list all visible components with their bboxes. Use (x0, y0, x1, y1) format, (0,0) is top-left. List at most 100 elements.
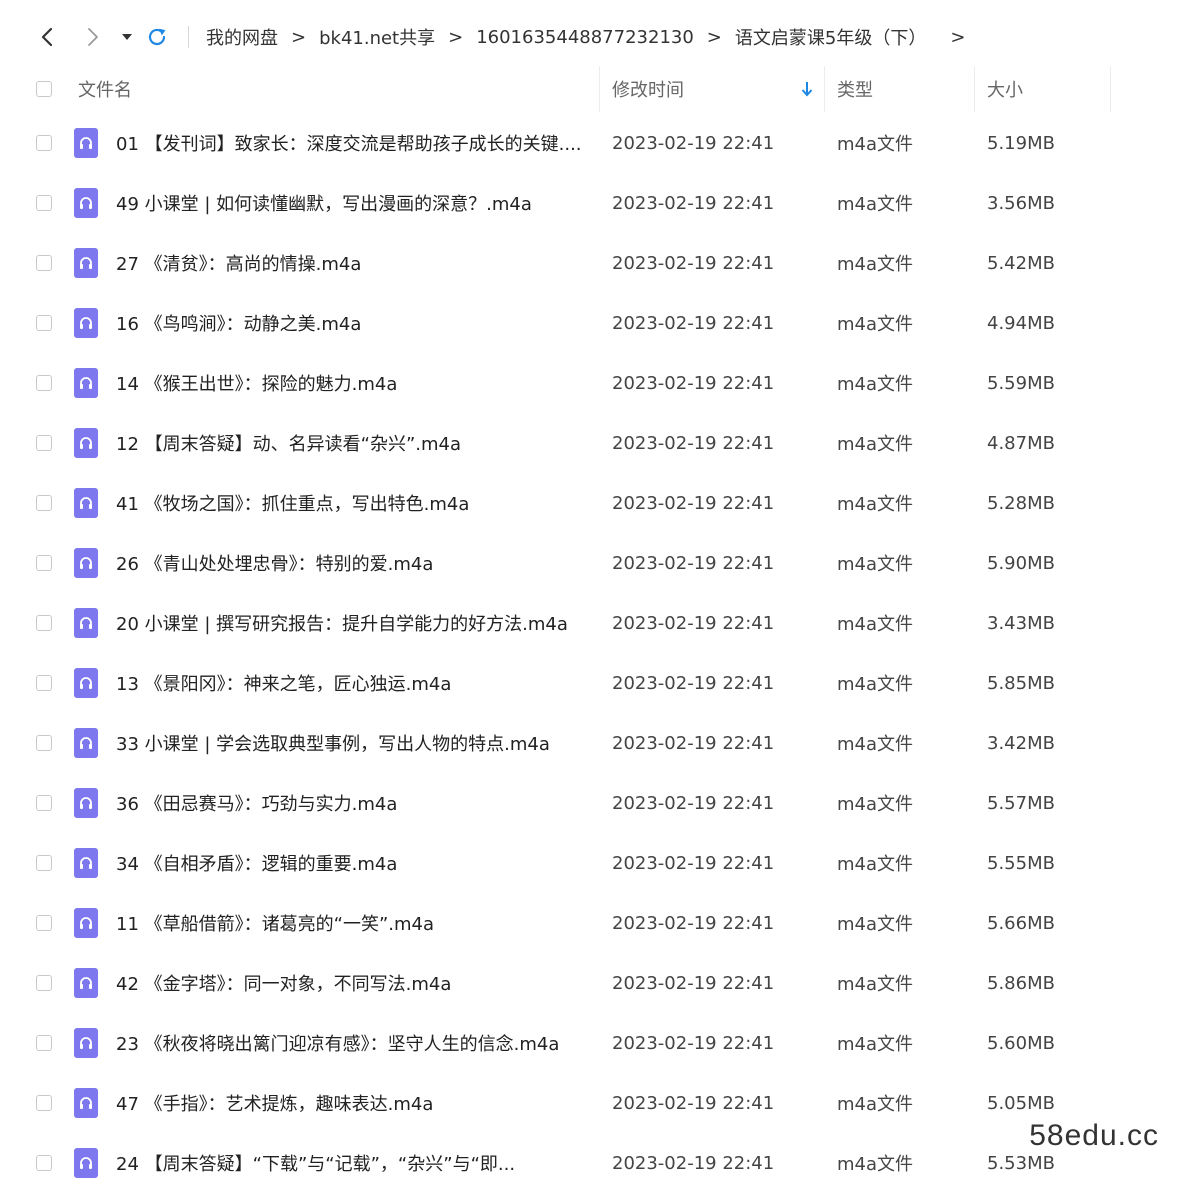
column-header-name[interactable]: 文件名 (78, 66, 132, 112)
file-row[interactable]: 11 《草船借箭》：诸葛亮的“一笑”.m4a 2023-02-19 22:41 m4… (0, 893, 1187, 953)
row-checkbox[interactable] (36, 675, 52, 691)
file-name[interactable]: 27 《清贫》：高尚的情操.m4a (116, 233, 586, 293)
row-checkbox[interactable] (36, 1155, 52, 1171)
row-checkbox[interactable] (36, 495, 52, 511)
row-checkbox[interactable] (36, 735, 52, 751)
row-checkbox[interactable] (36, 975, 52, 991)
row-checkbox[interactable] (36, 1035, 52, 1051)
file-modified-time: 2023-02-19 22:41 (612, 792, 775, 814)
file-row[interactable]: 42 《金字塔》：同一对象，不同写法.m4a 2023-02-19 22:41 m4… (0, 953, 1187, 1013)
breadcrumb-item-share[interactable]: bk41.net共享 (319, 24, 435, 50)
file-name[interactable]: 24 【周末答疑】“下载”与“记载”，“杂兴”与“即... (116, 1133, 586, 1193)
file-row[interactable]: 26 《青山处处埋忠骨》：特别的爱.m4a 2023-02-19 22:41 m4a… (0, 533, 1187, 593)
chevron-right-icon (88, 28, 98, 46)
audio-file-icon (74, 728, 98, 758)
row-checkbox[interactable] (36, 795, 52, 811)
file-row[interactable]: 16 《鸟鸣涧》：动静之美.m4a 2023-02-19 22:41 m4a文件 4.… (0, 293, 1187, 353)
toolbar: 我的网盘 > bk41.net共享 > 1601635448877232130 … (0, 0, 1187, 74)
select-all-checkbox[interactable] (36, 81, 52, 97)
audio-file-icon (74, 368, 98, 398)
column-divider[interactable] (599, 66, 600, 112)
column-divider[interactable] (974, 66, 975, 112)
file-name[interactable]: 20 小课堂 | 撰写研究报告：提升自学能力的好方法.m4a (116, 593, 586, 653)
row-checkbox[interactable] (36, 195, 52, 211)
column-header-size[interactable]: 大小 (987, 66, 1023, 112)
row-checkbox[interactable] (36, 1095, 52, 1111)
row-checkbox[interactable] (36, 855, 52, 871)
row-checkbox[interactable] (36, 255, 52, 271)
file-name[interactable]: 13 《景阳冈》：神来之笔，匠心独运.m4a (116, 653, 586, 713)
file-type: m4a文件 (837, 1154, 914, 1175)
breadcrumb-item-root[interactable]: 我的网盘 (206, 24, 278, 50)
row-checkbox[interactable] (36, 615, 52, 631)
file-row[interactable]: 14 《猴王出世》：探险的魅力.m4a 2023-02-19 22:41 m4a文件… (0, 353, 1187, 413)
file-row[interactable]: 13 《景阳冈》：神来之笔，匠心独运.m4a 2023-02-19 22:41 m4… (0, 653, 1187, 713)
file-size: 5.19MB (987, 132, 1055, 154)
column-header-type[interactable]: 类型 (837, 66, 873, 112)
file-name[interactable]: 36 《田忌赛马》：巧劲与实力.m4a (116, 773, 586, 833)
file-name[interactable]: 47 《手指》：艺术提炼，趣味表达.m4a (116, 1073, 586, 1133)
file-name[interactable]: 11 《草船借箭》：诸葛亮的“一笑”.m4a (116, 893, 586, 953)
file-name[interactable]: 01 【发刊词】致家长：深度交流是帮助孩子成长的关键.... (116, 113, 586, 173)
audio-file-icon (74, 428, 98, 458)
breadcrumb-item-folder[interactable]: 1601635448877232130 (476, 27, 694, 48)
column-divider[interactable] (1110, 66, 1111, 112)
file-name[interactable]: 41 《牧场之国》：抓住重点，写出特色.m4a (116, 473, 586, 533)
audio-file-icon (74, 848, 98, 878)
file-size: 5.66MB (987, 912, 1055, 934)
file-type: m4a文件 (837, 554, 914, 575)
history-dropdown-button[interactable] (112, 22, 142, 52)
file-modified-time: 2023-02-19 22:41 (612, 732, 775, 754)
file-row[interactable]: 47 《手指》：艺术提炼，趣味表达.m4a 2023-02-19 22:41 m4a… (0, 1073, 1187, 1133)
sort-button[interactable] (801, 66, 813, 112)
file-row[interactable]: 27 《清贫》：高尚的情操.m4a 2023-02-19 22:41 m4a文件 5.… (0, 233, 1187, 293)
file-row[interactable]: 24 【周末答疑】“下载”与“记载”，“杂兴”与“即... 2023-02-19 … (0, 1133, 1187, 1193)
breadcrumb-more-button[interactable]: > (950, 27, 965, 48)
file-name[interactable]: 14 《猴王出世》：探险的魅力.m4a (116, 353, 586, 413)
file-row[interactable]: 01 【发刊词】致家长：深度交流是帮助孩子成长的关键.... 2023-02-19… (0, 113, 1187, 173)
row-checkbox[interactable] (36, 435, 52, 451)
file-row[interactable]: 20 小课堂 | 撰写研究报告：提升自学能力的好方法.m4a 2023-02-19… (0, 593, 1187, 653)
back-button[interactable] (32, 22, 62, 52)
forward-button[interactable] (78, 22, 108, 52)
column-divider[interactable] (824, 66, 825, 112)
file-name[interactable]: 16 《鸟鸣涧》：动静之美.m4a (116, 293, 586, 353)
file-name[interactable]: 12 【周末答疑】动、名异读看“杂兴”.m4a (116, 413, 586, 473)
file-size: 4.87MB (987, 432, 1055, 454)
file-modified-time: 2023-02-19 22:41 (612, 852, 775, 874)
row-checkbox[interactable] (36, 135, 52, 151)
file-name[interactable]: 34 《自相矛盾》：逻辑的重要.m4a (116, 833, 586, 893)
column-header-modified[interactable]: 修改时间 (612, 66, 684, 112)
row-checkbox[interactable] (36, 915, 52, 931)
file-name[interactable]: 42 《金字塔》：同一对象，不同写法.m4a (116, 953, 586, 1013)
file-type: m4a文件 (837, 374, 914, 395)
file-size: 5.57MB (987, 792, 1055, 814)
file-modified-time: 2023-02-19 22:41 (612, 1092, 775, 1114)
file-row[interactable]: 49 小课堂 | 如何读懂幽默，写出漫画的深意？.m4a 2023-02-19 2… (0, 173, 1187, 233)
file-row[interactable]: 41 《牧场之国》：抓住重点，写出特色.m4a 2023-02-19 22:41 m… (0, 473, 1187, 533)
file-row[interactable]: 12 【周末答疑】动、名异读看“杂兴”.m4a 2023-02-19 22:41 m… (0, 413, 1187, 473)
file-row[interactable]: 23 《秋夜将晓出篱门迎凉有感》：坚守人生的信念.m4a 2023-02-19 2… (0, 1013, 1187, 1073)
file-size: 3.56MB (987, 192, 1055, 214)
file-modified-time: 2023-02-19 22:41 (612, 132, 775, 154)
row-checkbox[interactable] (36, 555, 52, 571)
file-type: m4a文件 (837, 974, 914, 995)
file-name[interactable]: 49 小课堂 | 如何读懂幽默，写出漫画的深意？.m4a (116, 173, 586, 233)
refresh-button[interactable] (142, 22, 172, 52)
headphones-icon (80, 1097, 92, 1109)
file-row[interactable]: 34 《自相矛盾》：逻辑的重要.m4a 2023-02-19 22:41 m4a文件… (0, 833, 1187, 893)
file-name[interactable]: 33 小课堂 | 学会选取典型事例，写出人物的特点.m4a (116, 713, 586, 773)
audio-file-icon (74, 908, 98, 938)
file-modified-time: 2023-02-19 22:41 (612, 972, 775, 994)
row-checkbox[interactable] (36, 375, 52, 391)
file-name[interactable]: 23 《秋夜将晓出篱门迎凉有感》：坚守人生的信念.m4a (116, 1013, 586, 1073)
breadcrumb-item-current[interactable]: 语文启蒙课5年级（下） (735, 24, 926, 50)
file-type: m4a文件 (837, 854, 914, 875)
file-name[interactable]: 26 《青山处处埋忠骨》：特别的爱.m4a (116, 533, 586, 593)
file-row[interactable]: 33 小课堂 | 学会选取典型事例，写出人物的特点.m4a 2023-02-19 … (0, 713, 1187, 773)
audio-file-icon (74, 308, 98, 338)
file-row[interactable]: 36 《田忌赛马》：巧劲与实力.m4a 2023-02-19 22:41 m4a文件… (0, 773, 1187, 833)
file-type: m4a文件 (837, 794, 914, 815)
file-modified-time: 2023-02-19 22:41 (612, 1032, 775, 1054)
row-checkbox[interactable] (36, 315, 52, 331)
